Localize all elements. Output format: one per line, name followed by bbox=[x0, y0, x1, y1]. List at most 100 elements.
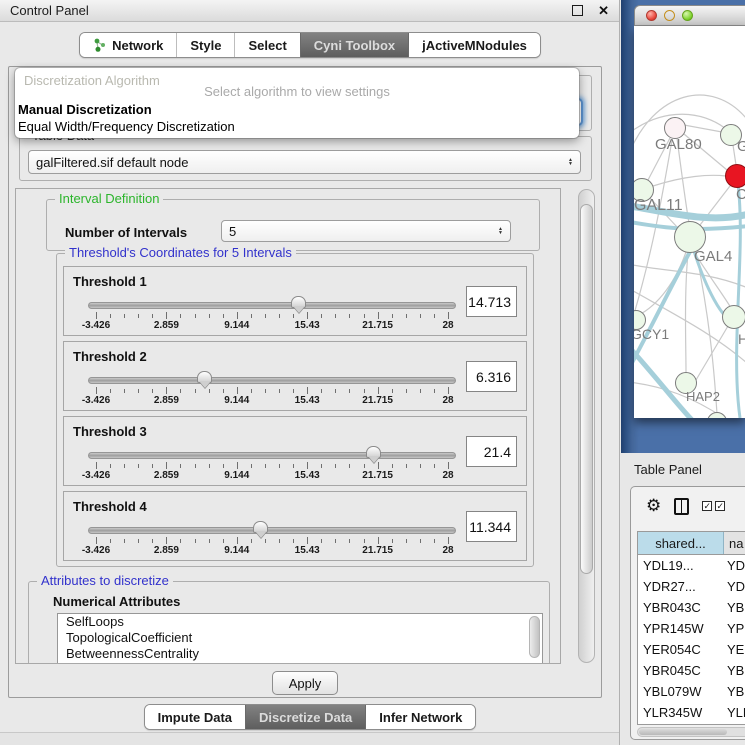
attributes-legend: Attributes to discretize bbox=[37, 573, 173, 588]
tab-style[interactable]: Style bbox=[176, 33, 234, 57]
table-row[interactable]: YIL052CYIL0 bbox=[638, 723, 745, 725]
network-view-frame: GAL80 GA C GAL11 GAL4 GCY1 H HAP2 bbox=[621, 0, 745, 453]
table-data-combobox[interactable]: galFiltered.sif default node ▲▼ bbox=[28, 150, 581, 174]
table-header: shared... na bbox=[638, 532, 745, 555]
threshold-4-slider[interactable]: -3.4262.8599.14415.4321.71528 bbox=[88, 520, 456, 556]
threshold-3-slider[interactable]: -3.4262.8599.14415.4321.71528 bbox=[88, 445, 456, 481]
tab-cyni-toolbox[interactable]: Cyni Toolbox bbox=[300, 33, 408, 57]
minimize-traffic-light[interactable] bbox=[664, 10, 675, 21]
table-row[interactable]: YER054CYER0 bbox=[638, 639, 745, 660]
node-label-partial-h: H bbox=[738, 331, 745, 347]
float-window-icon[interactable] bbox=[572, 5, 583, 16]
tick-label: 2.859 bbox=[154, 320, 179, 331]
list-item[interactable]: BetweennessCentrality bbox=[58, 646, 542, 662]
threshold-3-slider-thumb[interactable] bbox=[366, 446, 381, 458]
tick-label: -3.426 bbox=[82, 395, 110, 406]
threshold-3-box: Threshold 3 -3.4262.8599.14415.4321.7152… bbox=[63, 416, 527, 486]
settings-scrollbar[interactable] bbox=[578, 189, 595, 663]
table-row[interactable]: YBL079WYBL0 bbox=[638, 681, 745, 702]
network-canvas[interactable]: GAL80 GA C GAL11 GAL4 GCY1 H HAP2 bbox=[634, 26, 745, 418]
spinner-arrows-icon: ▲▼ bbox=[492, 227, 503, 236]
table-row[interactable]: YBR045CYBR0 bbox=[638, 660, 745, 681]
interval-definition-legend: Interval Definition bbox=[55, 191, 163, 206]
spinner-arrows-icon: ▲▼ bbox=[562, 158, 573, 167]
number-of-intervals-combobox[interactable]: 5 ▲▼ bbox=[221, 220, 511, 242]
tick-label: 2.859 bbox=[154, 470, 179, 481]
table-row[interactable]: YLR345WYLR3 bbox=[638, 702, 745, 723]
attributes-group: Attributes to discretize Numerical Attri… bbox=[28, 581, 550, 664]
list-item[interactable]: SelfLoops bbox=[58, 614, 542, 630]
tick-label: 9.144 bbox=[224, 320, 249, 331]
tick-label: 21.715 bbox=[362, 545, 393, 556]
threshold-4-value-field[interactable]: 11.344 bbox=[466, 511, 517, 542]
threshold-2-slider-thumb[interactable] bbox=[197, 371, 212, 383]
tick-label: 15.43 bbox=[295, 320, 320, 331]
checkbox-icon[interactable]: ✓ bbox=[702, 501, 712, 511]
algorithm-option-equal-width[interactable]: Equal Width/Frequency Discretization bbox=[18, 119, 235, 134]
node-h[interactable] bbox=[722, 305, 745, 329]
numerical-attributes-list: SelfLoops TopologicalCoefficient Between… bbox=[57, 613, 543, 664]
apply-button[interactable]: Apply bbox=[272, 671, 338, 695]
tick-label: 2.859 bbox=[154, 545, 179, 556]
settings-viewport: Interval Definition Number of Intervals … bbox=[15, 188, 561, 664]
control-panel-window: Control Panel ✕ Network Style Sel bbox=[0, 0, 620, 745]
tick-label: 2.859 bbox=[154, 395, 179, 406]
list-item[interactable]: TopologicalCoefficient bbox=[58, 630, 542, 646]
threshold-1-value-field[interactable]: 14.713 bbox=[466, 286, 517, 317]
tick-label: 21.715 bbox=[362, 320, 393, 331]
tab-infer-network[interactable]: Infer Network bbox=[365, 705, 475, 729]
threshold-4-box: Threshold 4 -3.4262.8599.14415.4321.7152… bbox=[63, 491, 527, 561]
window-bottom-strip bbox=[0, 732, 619, 745]
attributes-list-scrollbar[interactable] bbox=[529, 616, 540, 658]
table-horizontal-scrollbar-thumb[interactable] bbox=[639, 729, 727, 735]
tick-label: 21.715 bbox=[362, 470, 393, 481]
table-row[interactable]: YDL19...YDL1 bbox=[638, 555, 745, 576]
node-label-gal80: GAL80 bbox=[655, 136, 702, 153]
network-window-titlebar[interactable] bbox=[634, 5, 745, 26]
thresholds-group: Threshold's Coordinates for 5 Intervals … bbox=[56, 253, 534, 567]
tick-label: 15.43 bbox=[295, 395, 320, 406]
control-panel-title: Control Panel bbox=[10, 3, 572, 18]
algorithm-option-manual[interactable]: Manual Discretization bbox=[18, 102, 152, 117]
control-panel-titlebar: Control Panel ✕ bbox=[0, 0, 619, 22]
table-row[interactable]: YPR145WYPR1 bbox=[638, 618, 745, 639]
tab-impute-data[interactable]: Impute Data bbox=[145, 705, 245, 729]
network-icon bbox=[93, 38, 106, 52]
threshold-2-slider[interactable]: -3.4262.8599.14415.4321.71528 bbox=[88, 370, 456, 406]
columns-icon[interactable] bbox=[674, 498, 689, 515]
threshold-1-slider[interactable]: -3.4262.8599.14415.4321.71528 bbox=[88, 295, 456, 331]
tick-label: 15.43 bbox=[295, 470, 320, 481]
tick-label: 15.43 bbox=[295, 545, 320, 556]
table-horizontal-scrollbar[interactable] bbox=[637, 727, 745, 737]
zoom-traffic-light[interactable] bbox=[682, 10, 693, 21]
threshold-3-value-field[interactable]: 21.4 bbox=[466, 436, 517, 467]
tab-discretize-data[interactable]: Discretize Data bbox=[245, 705, 365, 729]
checkbox-icon[interactable]: ✓ bbox=[715, 501, 725, 511]
threshold-2-value-field[interactable]: 6.316 bbox=[466, 361, 517, 392]
table-panel: ⚙ ✓ ✓ shared... na YDL19...YDL1 YDR27...… bbox=[630, 486, 745, 740]
close-icon[interactable]: ✕ bbox=[598, 3, 609, 19]
node-label-gal4: GAL4 bbox=[694, 248, 732, 265]
thresholds-legend: Threshold's Coordinates for 5 Intervals bbox=[65, 245, 296, 260]
threshold-4-slider-thumb[interactable] bbox=[253, 521, 268, 533]
column-header-name[interactable]: na bbox=[724, 532, 745, 554]
node-red-selected[interactable] bbox=[725, 164, 745, 188]
tab-jactivemnodules[interactable]: jActiveMNodules bbox=[408, 33, 540, 57]
node-label-partial-red: C bbox=[736, 186, 745, 203]
checkbox-group: ✓ ✓ bbox=[702, 501, 725, 511]
tab-network[interactable]: Network bbox=[80, 33, 176, 57]
top-tab-bar: Network Style Select Cyni Toolbox jActiv… bbox=[79, 32, 541, 58]
close-traffic-light[interactable] bbox=[646, 10, 657, 21]
column-header-shared-name[interactable]: shared... bbox=[638, 532, 724, 554]
table-data-value: galFiltered.sif default node bbox=[36, 155, 188, 170]
tab-select[interactable]: Select bbox=[234, 33, 299, 57]
settings-scrollbar-thumb[interactable] bbox=[580, 204, 593, 574]
algorithm-dropdown-popup: Discretization Algorithm Select algorith… bbox=[15, 68, 579, 138]
gear-icon[interactable]: ⚙ bbox=[646, 498, 661, 515]
threshold-1-box: Threshold 1 -3.4262.8599.14415.4321.7152… bbox=[63, 266, 527, 336]
numerical-attributes-label: Numerical Attributes bbox=[53, 594, 180, 609]
node-table: shared... na YDL19...YDL1 YDR27...YDR2 Y… bbox=[637, 531, 745, 725]
table-row[interactable]: YDR27...YDR2 bbox=[638, 576, 745, 597]
threshold-1-slider-thumb[interactable] bbox=[291, 296, 306, 308]
table-row[interactable]: YBR043CYBR0 bbox=[638, 597, 745, 618]
